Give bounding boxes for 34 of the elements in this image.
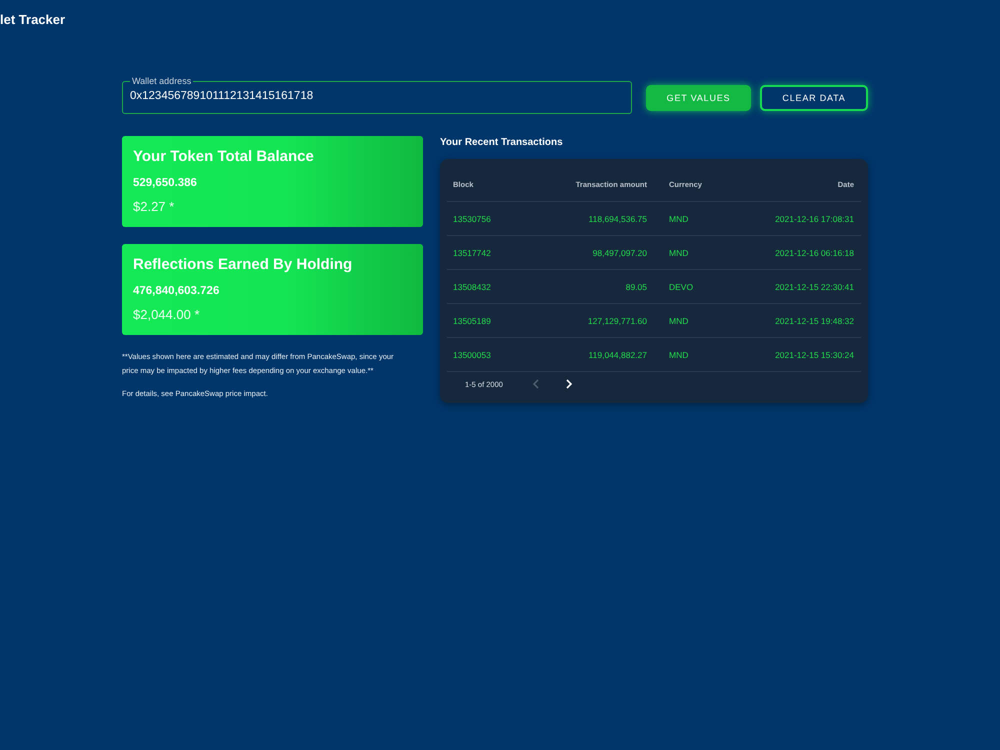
- field-label: Wallet address: [131, 76, 192, 86]
- block-cell-text: 13508432: [453, 282, 492, 292]
- section-title: Your Recent Transactions: [440, 136, 564, 150]
- block-cell-text: 13517742: [453, 248, 492, 258]
- app-title: let Tracker: [0, 12, 66, 26]
- card-title: Your Token Total Balance: [133, 148, 315, 166]
- wallet-address-field[interactable]: Wallet address 0x123456789101112131415161718: [122, 76, 632, 114]
- usd-value: $2,044.00 *: [133, 307, 201, 323]
- date-cell-text: 2021-12-15 22:30:41: [774, 282, 854, 292]
- block-cell-text: 13530756: [453, 214, 492, 224]
- token-amount: 476,840,603.726: [133, 284, 220, 298]
- block-cell-text: 13500053: [453, 350, 492, 360]
- block-cell-text: 13505189: [453, 316, 492, 326]
- amount-cell-text: 98,497,097.20: [592, 248, 647, 258]
- date-cell-text: 2021-12-16 06:16:18: [774, 248, 854, 258]
- chevron-right-icon: [566, 379, 572, 389]
- currency-cell-text: MND: [668, 248, 690, 258]
- currency-cell-text: MND: [668, 214, 690, 224]
- amount-cell-text: 127,129,771.60: [586, 316, 647, 326]
- date-cell-text: 2021-12-15 15:30:24: [774, 350, 854, 360]
- amount-cell-text: 119,044,882.27: [588, 350, 647, 360]
- token-amount: 529,650.386: [133, 176, 198, 190]
- currency-cell-text: MND: [668, 350, 690, 360]
- amount-cell-text: 118,694,536.75: [588, 214, 647, 224]
- next-page-button[interactable]: [566, 379, 572, 389]
- date-cell-text: 2021-12-16 17:08:31: [774, 214, 854, 224]
- card-title: Reflections Earned By Holding: [133, 256, 354, 274]
- date-cell-text: 2021-12-15 19:48:32: [774, 316, 854, 326]
- usd-value: $2.27 *: [133, 199, 176, 215]
- clear-data-button[interactable]: CLEAR DATA: [760, 85, 868, 111]
- currency-cell-text: MND: [668, 316, 690, 326]
- amount-cell-text: 89.05: [624, 282, 647, 292]
- currency-cell-text: DEVO: [668, 282, 694, 292]
- chevron-left-icon: [532, 379, 539, 389]
